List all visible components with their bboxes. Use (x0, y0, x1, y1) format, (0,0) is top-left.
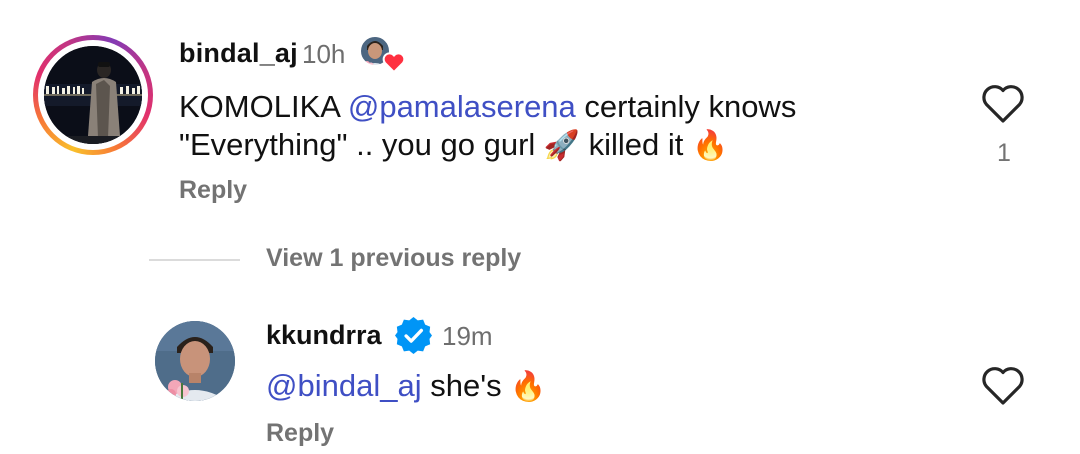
thread-divider (149, 259, 240, 261)
liked-by-author-icon (358, 34, 406, 76)
comment-text-after-rocket: killed it (580, 127, 693, 162)
comment-text: KOMOLIKA @pamalaserena certainly knows "E… (179, 88, 879, 164)
comment-username[interactable]: kkundrra (266, 320, 382, 351)
rocket-emoji: 🚀 (543, 128, 581, 162)
comment-text-rest: she's (421, 368, 511, 403)
mention-name: bindal_aj (297, 368, 422, 403)
comment-timestamp: 19m (442, 321, 493, 351)
view-previous-replies-button[interactable]: View 1 previous reply (266, 244, 521, 273)
comment-timestamp: 10h (302, 39, 346, 69)
fire-emoji: 🔥 (692, 128, 729, 162)
comment-username[interactable]: bindal_aj (179, 38, 298, 69)
verified-badge-icon (395, 317, 432, 354)
threads-at-symbol: @ (266, 368, 298, 403)
fire-emoji: 🔥 (510, 369, 547, 403)
like-heart-icon[interactable] (980, 82, 1026, 124)
reply-button[interactable]: Reply (179, 176, 247, 205)
comment-text-line1-rest: certainly knows (575, 89, 797, 124)
like-heart-icon[interactable] (980, 364, 1026, 406)
mention-bindal-aj[interactable]: @bindal_aj (266, 368, 422, 403)
mention-pamalaserena[interactable]: @pamalaserena (348, 89, 576, 124)
threads-at-symbol: @ (347, 89, 380, 124)
comment-text-line2: "Everything" .. you go gurl (179, 127, 544, 162)
mention-name: pamalaserena (379, 89, 576, 124)
reply-button[interactable]: Reply (266, 419, 334, 448)
comment-text-prefix: KOMOLIKA (179, 89, 348, 124)
like-count: 1 (997, 139, 1011, 167)
avatar-bindal-aj[interactable] (44, 46, 142, 144)
comment-text: @bindal_aj she's 🔥 (266, 367, 546, 405)
avatar-kkundrra[interactable] (155, 321, 235, 401)
